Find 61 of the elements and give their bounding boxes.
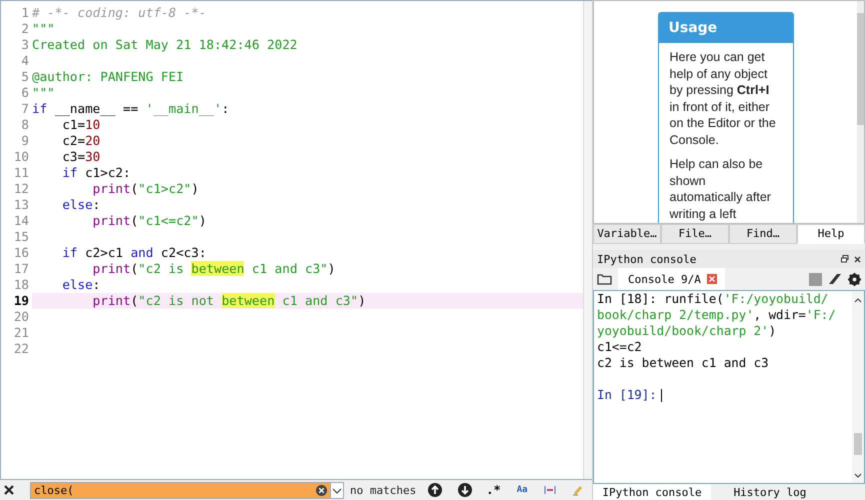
code-line: if c1>c2:: [61, 165, 131, 181]
scroll-up-icon[interactable]: [854, 297, 862, 303]
pane-tab[interactable]: Variable…: [593, 224, 661, 244]
code-line: print("c1<=c2"): [92, 213, 206, 229]
scrollbar[interactable]: [857, 1, 864, 223]
up-arrow-icon[interactable]: [428, 483, 442, 497]
console-line: In [18]: runfile('F:/yoyobuild/: [597, 291, 828, 306]
code-line: """: [32, 85, 55, 101]
pane-tab[interactable]: Find…: [729, 224, 797, 244]
code-line: print("c1>c2"): [92, 181, 199, 197]
pane-tab[interactable]: History log: [711, 484, 829, 500]
whole-word-icon[interactable]: [544, 485, 556, 495]
code-line: else:: [61, 197, 100, 213]
gear-icon[interactable]: [848, 272, 861, 286]
pane-tab[interactable]: File…: [661, 224, 729, 244]
code-line: @author: PANFENG FEI: [32, 69, 184, 85]
pane-title: IPython console: [597, 252, 698, 266]
console-line: c1<=c2: [597, 339, 642, 354]
code-line: if c2>c1 and c2<c3:: [61, 245, 206, 261]
down-arrow-icon[interactable]: [458, 483, 472, 497]
console-line: yoyobuild/book/charp 2'): [597, 323, 776, 338]
eraser-icon[interactable]: [828, 273, 842, 285]
code-line: print("c2 is between c1 and c3"): [92, 261, 336, 277]
code-line: print("c2 is not between c1 and c3"): [92, 293, 366, 309]
search-status: no matches: [350, 484, 416, 496]
code-line: Created on Sat May 21 18:42:46 2022: [32, 37, 298, 53]
case-toggle[interactable]: Aa: [516, 485, 528, 495]
search-input[interactable]: close(: [31, 484, 316, 496]
pane-tab[interactable]: Help: [797, 224, 865, 244]
text-cursor: [660, 389, 662, 402]
card-title: Usage: [658, 13, 792, 43]
code-line: # -*- coding: utf-8 -*-: [32, 5, 206, 21]
code-line: c3=30: [61, 149, 100, 165]
scrollbar[interactable]: [852, 291, 864, 483]
scroll-thumb[interactable]: [854, 433, 862, 455]
regex-toggle[interactable]: .*: [486, 483, 501, 497]
console-output[interactable]: In [18]: runfile('F:/yoyobuild/ book/charp 2/temp.py', wdir='F:/ yoyobuild/book/charp 2') c1<=c2 c2 is between c1 and c3 In [19]:: [593, 290, 865, 484]
console-line: In [19]:: [597, 387, 657, 402]
console-line: book/charp 2/temp.py', wdir='F:/: [597, 307, 836, 322]
help-paragraph: Here you can get help of any object by pressing Ctrl+I in front of it, either on the Editor or the Console.: [670, 49, 777, 148]
clear-icon[interactable]: [316, 484, 327, 496]
close-icon[interactable]: [854, 256, 861, 262]
scroll-down-icon[interactable]: [854, 473, 862, 479]
console-tab[interactable]: Console 9/A: [618, 268, 725, 290]
console-line: c2 is between c1 and c3: [597, 355, 769, 370]
search-field[interactable]: close(: [30, 482, 344, 498]
folder-icon[interactable]: [597, 273, 612, 285]
scroll-thumb[interactable]: [857, 13, 864, 125]
scrollbar[interactable]: [583, 1, 592, 479]
code-line: c1=10: [61, 117, 100, 133]
highlighter-icon[interactable]: [572, 484, 584, 496]
code-line: """: [32, 21, 55, 37]
pane-tab[interactable]: IPython console: [593, 484, 711, 500]
line-number: 19: [1, 293, 32, 309]
code-line: else:: [61, 277, 100, 293]
help-paragraph: Help can also be shown automatically after writing a left: [670, 156, 772, 222]
dropdown-caret-icon[interactable]: [330, 482, 343, 498]
undock-icon[interactable]: [841, 255, 849, 263]
code-line: c2=20: [61, 133, 100, 149]
code-line: if __name__ == '__main__':: [32, 101, 230, 117]
close-icon[interactable]: [4, 485, 14, 495]
